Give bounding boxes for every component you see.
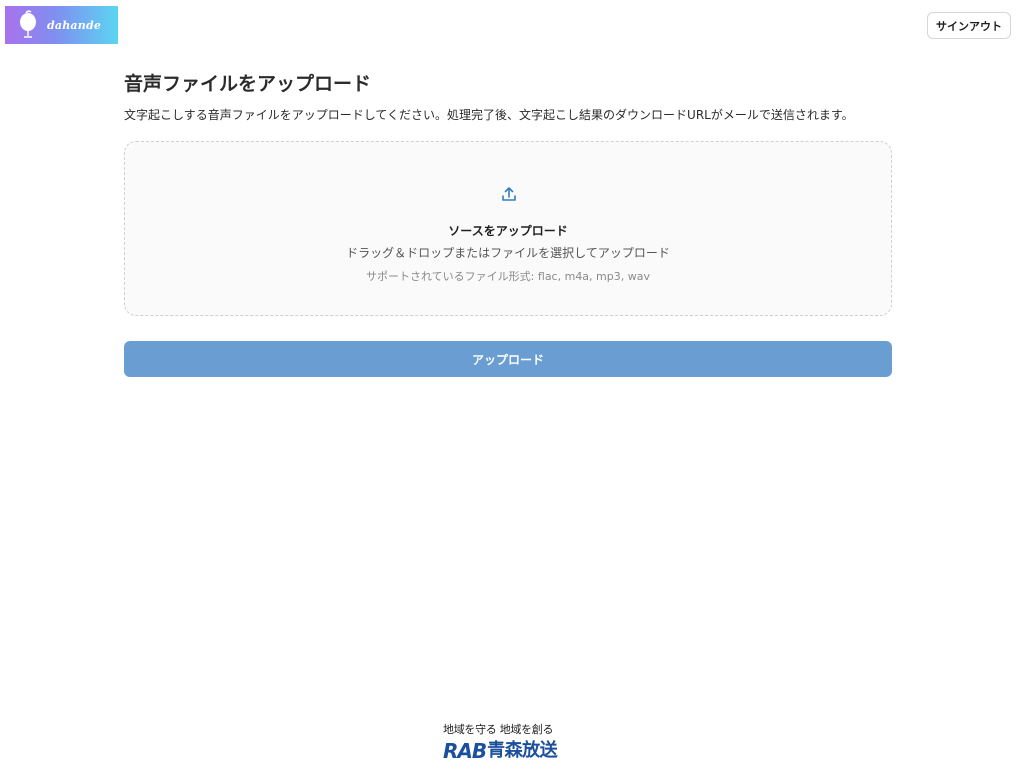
page-title: 音声ファイルをアップロード bbox=[124, 73, 372, 95]
upload-button[interactable]: アップロード bbox=[124, 341, 892, 377]
dropzone-title: ソースをアップロード bbox=[448, 224, 568, 238]
footer: 地域を守る 地域を創る RAB 青森放送 bbox=[443, 723, 575, 765]
logo-text: dahande bbox=[47, 18, 102, 32]
file-dropzone[interactable]: ソースをアップロード ドラッグ＆ドロップまたはファイルを選択してアップロード サ… bbox=[124, 141, 892, 316]
main-content: 音声ファイルをアップロード 文字起こしする音声ファイルをアップロードしてください… bbox=[124, 70, 892, 377]
upload-icon bbox=[502, 187, 516, 201]
app-logo[interactable]: dahande bbox=[5, 6, 118, 44]
footer-brand-logo: RAB 青森放送 bbox=[443, 739, 575, 763]
signout-button[interactable]: サインアウト bbox=[927, 12, 1011, 39]
page: dahande サインアウト 音声ファイルをアップロード 文字起こしする音声ファ… bbox=[0, 0, 1024, 772]
footer-tagline: 地域を守る 地域を創る bbox=[443, 723, 554, 736]
microphone-icon bbox=[17, 10, 39, 40]
supported-formats: サポートされているファイル形式: flac, m4a, mp3, wav bbox=[366, 270, 650, 283]
header: dahande サインアウト bbox=[0, 0, 1024, 48]
footer-logo-en: RAB bbox=[443, 739, 487, 763]
dropzone-subtitle: ドラッグ＆ドロップまたはファイルを選択してアップロード bbox=[346, 246, 670, 260]
footer-logo-jp: 青森放送 bbox=[487, 740, 558, 761]
page-description: 文字起こしする音声ファイルをアップロードしてください。処理完了後、文字起こし結果… bbox=[124, 108, 854, 122]
